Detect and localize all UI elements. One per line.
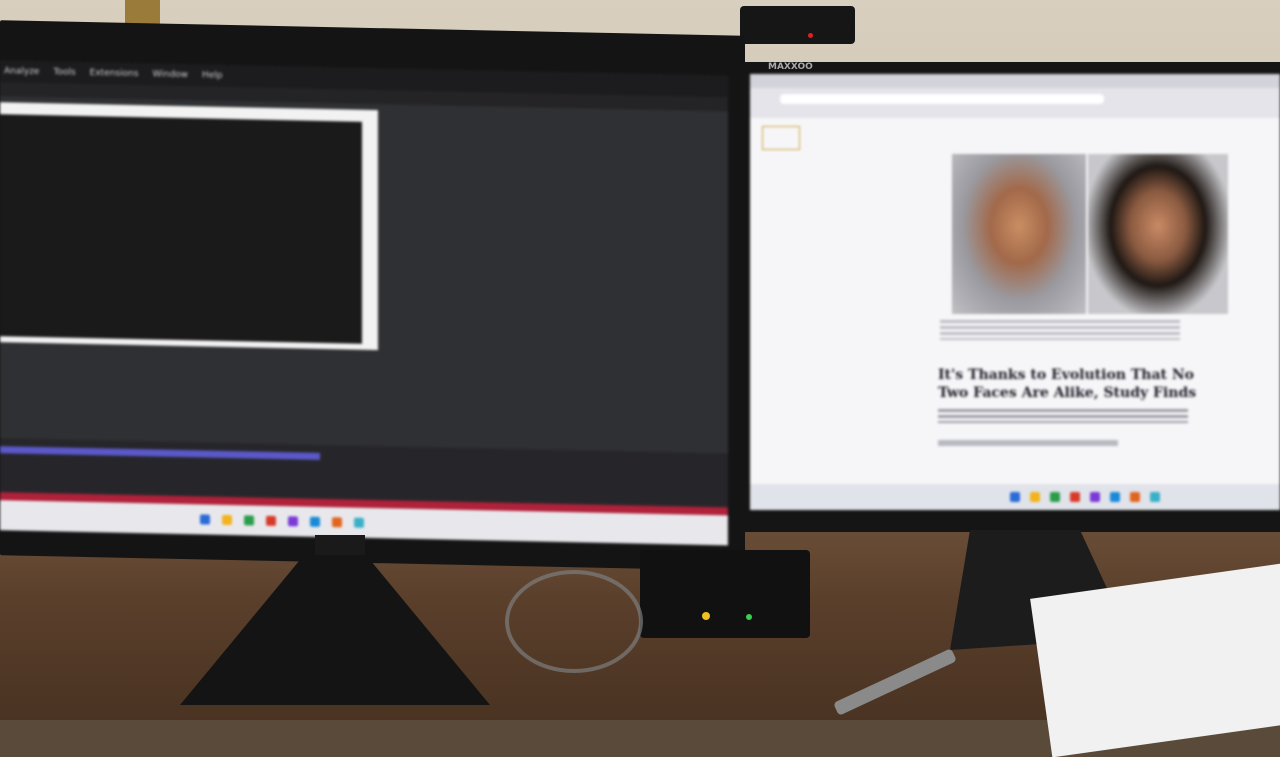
monitor-brand: MAXXOO <box>768 62 813 72</box>
address-bar[interactable] <box>780 94 1104 104</box>
taskbar-app-icon[interactable] <box>1070 492 1080 502</box>
left-monitor: Analyze Tools Extensions Window Help <box>0 20 745 571</box>
article-photo-right <box>1088 154 1228 314</box>
taskbar-app-icon[interactable] <box>288 516 298 527</box>
coiled-cable <box>505 570 643 673</box>
taskbar-app-icon[interactable] <box>244 515 254 526</box>
menu-item-analyze[interactable]: Analyze <box>4 66 39 77</box>
left-screen: Analyze Tools Extensions Window Help <box>0 60 728 546</box>
taskbar-app-icon[interactable] <box>200 514 210 525</box>
preview-canvas <box>0 114 362 344</box>
browser-toolbar <box>750 74 1280 118</box>
taskbar-app-icon[interactable] <box>222 514 232 526</box>
right-screen: It's Thanks to Evolution That No Two Fac… <box>750 74 1280 510</box>
taskbar-app-icon[interactable] <box>1110 492 1120 502</box>
webcam <box>740 6 855 44</box>
preview-window[interactable] <box>0 102 378 351</box>
taskbar-app-icon[interactable] <box>266 515 276 526</box>
site-logo[interactable] <box>762 126 800 150</box>
right-taskbar[interactable] <box>750 484 1280 510</box>
dock-power-light <box>746 614 752 620</box>
article-headline: It's Thanks to Evolution That No Two Fac… <box>938 367 1197 401</box>
menu-item-window[interactable]: Window <box>153 69 189 80</box>
browser-tab-strip[interactable] <box>750 74 1280 88</box>
article-byline <box>938 440 1118 446</box>
taskbar-app-icon[interactable] <box>1090 492 1100 502</box>
article-photo-left <box>952 154 1086 314</box>
taskbar-app-icon[interactable] <box>1130 492 1140 502</box>
dock-status-light <box>702 612 710 620</box>
menu-item-help[interactable]: Help <box>202 70 223 80</box>
webcam-indicator-light <box>808 33 813 38</box>
article-subheadline <box>938 409 1188 423</box>
taskbar-app-icon[interactable] <box>1010 492 1020 502</box>
docking-station <box>640 550 810 638</box>
taskbar-app-icon[interactable] <box>1150 492 1160 502</box>
taskbar-app-icon[interactable] <box>354 517 364 528</box>
taskbar-app-icon[interactable] <box>310 516 320 527</box>
taskbar-app-icon[interactable] <box>1030 492 1040 502</box>
taskbar-app-icon[interactable] <box>1050 492 1060 502</box>
taskbar-app-icon[interactable] <box>332 517 342 528</box>
menu-item-tools[interactable]: Tools <box>53 67 75 77</box>
menu-item-extensions[interactable]: Extensions <box>90 68 139 79</box>
right-monitor: MAXXOO It's Thanks to Evolution That No … <box>740 62 1280 532</box>
photo-caption <box>940 320 1180 340</box>
